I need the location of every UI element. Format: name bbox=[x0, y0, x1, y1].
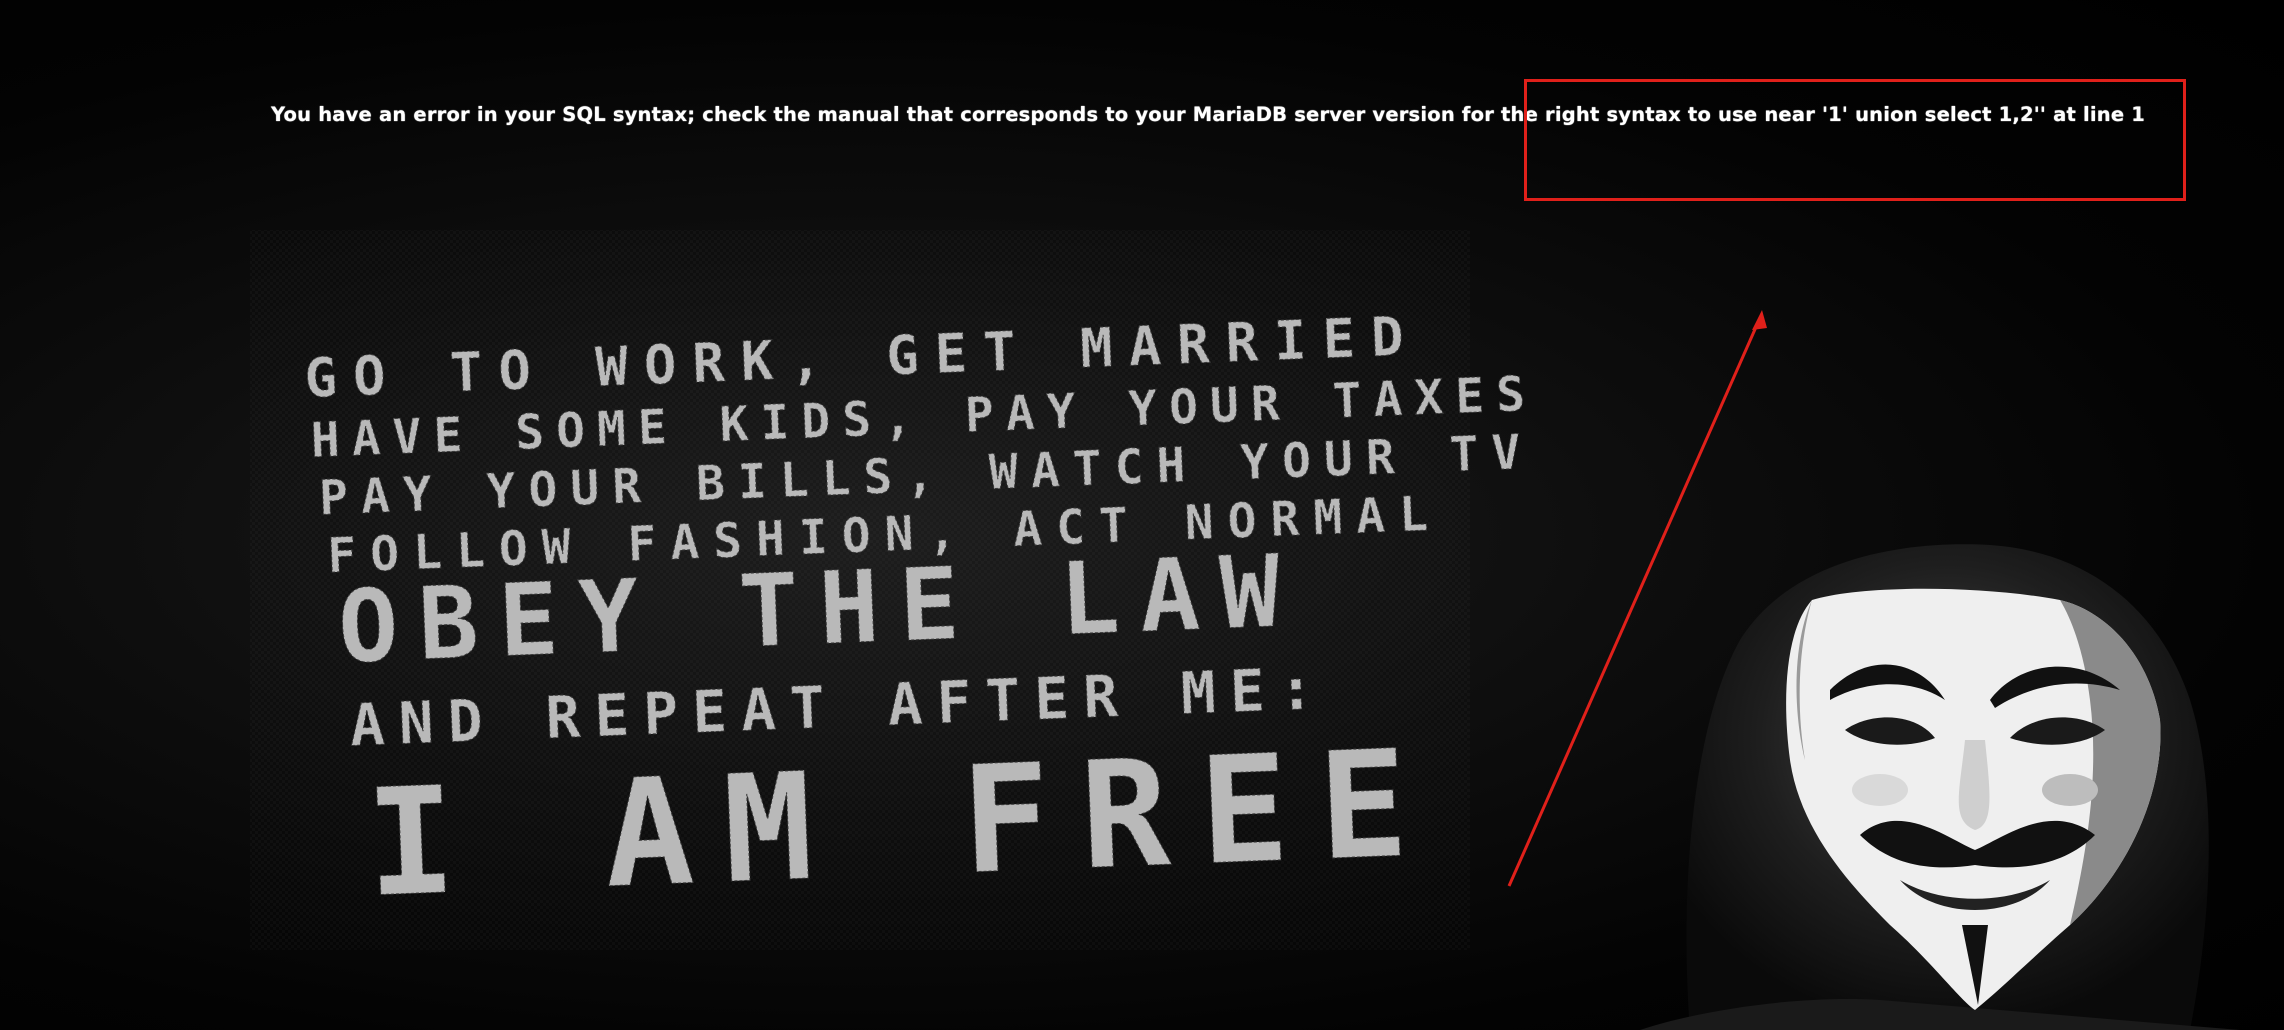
annotation-highlight-box bbox=[1524, 79, 2186, 201]
page-background: You have an error in your SQL syntax; ch… bbox=[0, 0, 2284, 1030]
guy-fawkes-mask-icon bbox=[1640, 544, 2240, 1030]
